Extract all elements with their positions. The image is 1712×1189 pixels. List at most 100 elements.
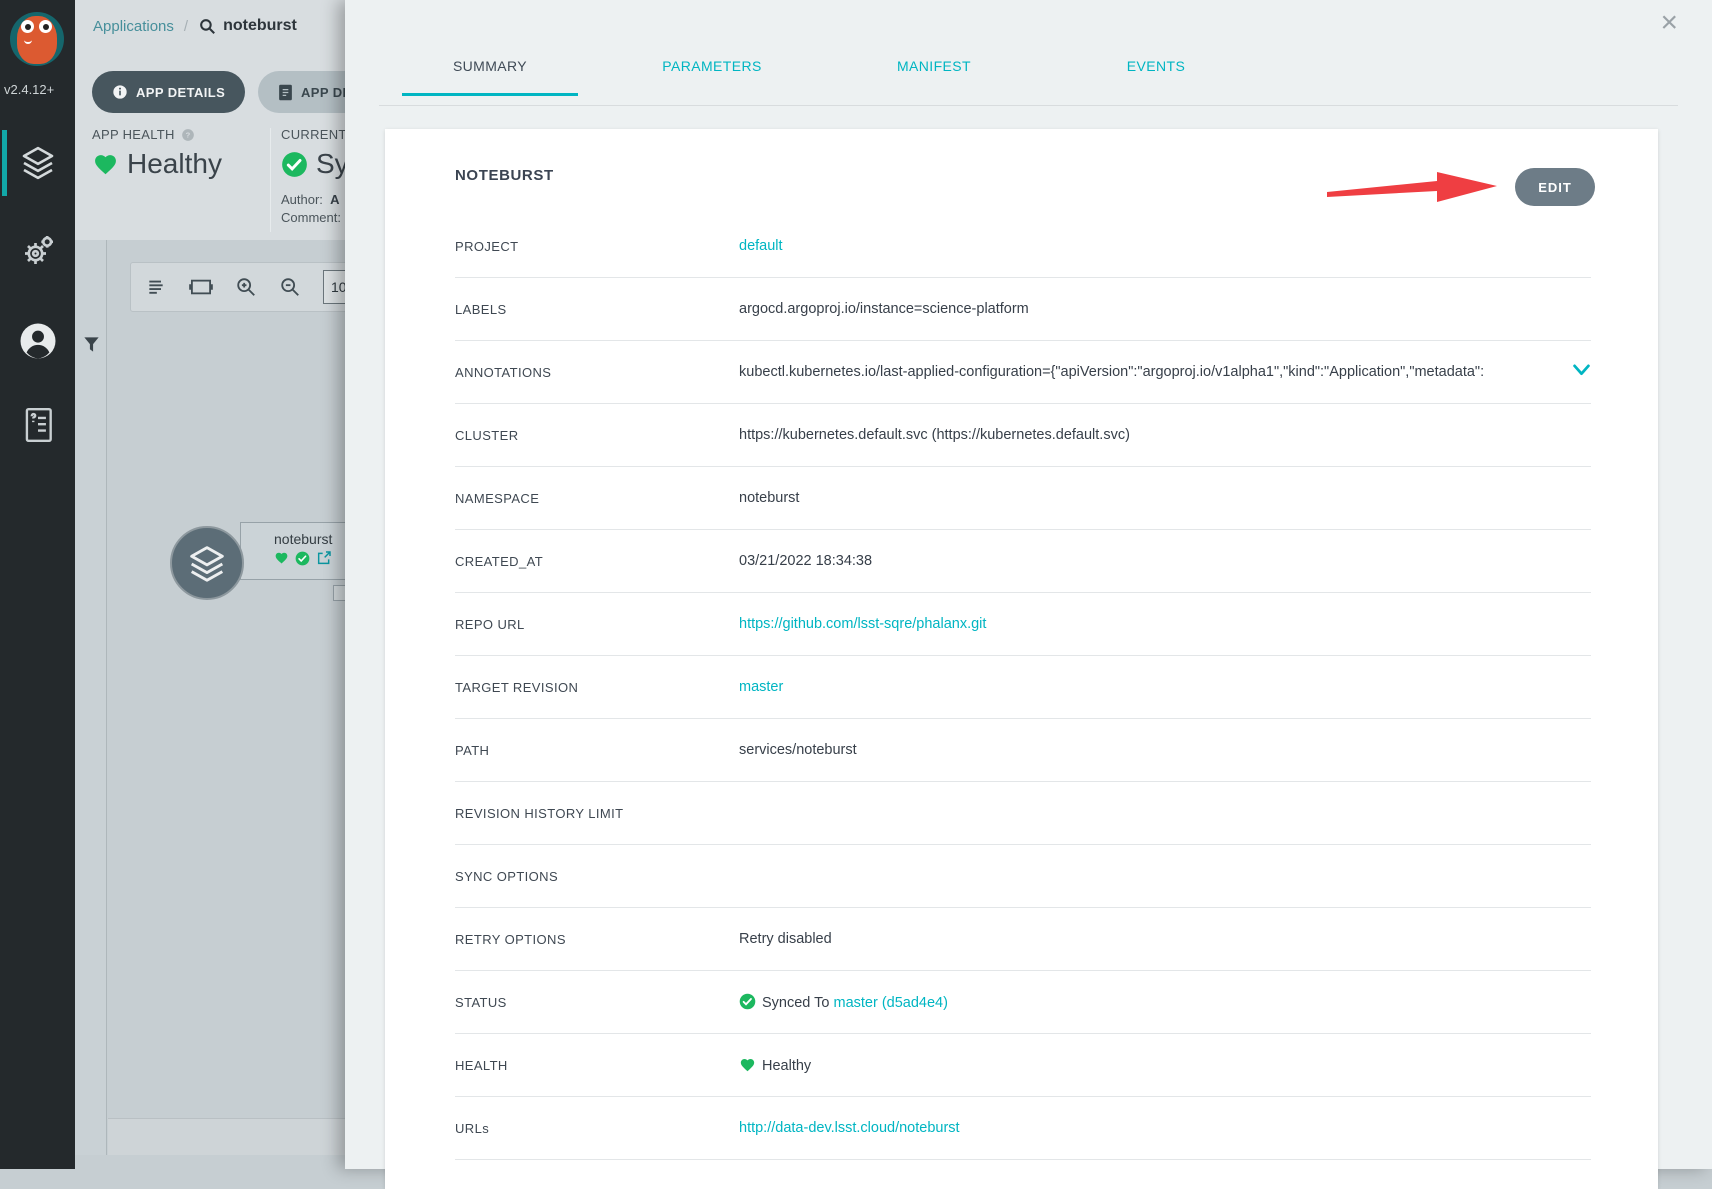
heart-icon [92,152,119,177]
summary-row-status: STATUS Synced To master (d5ad4e4) [455,971,1591,1034]
application-node-icon[interactable] [170,526,244,600]
gear-icon [18,231,58,271]
retry-options-value: Retry disabled [739,931,832,947]
close-icon[interactable]: × [1660,8,1678,38]
summary-row-cluster: CLUSTER https://kubernetes.default.svc (… [455,404,1591,467]
summary-row-created-at: CREATED_AT 03/21/2022 18:34:38 [455,530,1591,593]
filter-sidebar [75,240,107,1155]
diff-file-icon [278,84,293,101]
breadcrumb-applications-link[interactable]: Applications [93,18,174,35]
sidebar-item-applications[interactable] [0,124,75,202]
app-health-value: Healthy [127,148,222,180]
summary-row-health: HEALTH Healthy [455,1034,1591,1097]
breadcrumb: Applications / noteburst [93,14,297,38]
info-icon [112,84,128,100]
repo-url-link[interactable]: https://github.com/lsst-sqre/phalanx.git [739,616,986,632]
labels-value: argocd.argoproj.io/instance=science-plat… [739,301,1029,317]
target-revision-link[interactable]: master [739,679,783,695]
summary-row-repo-url: REPO URL https://github.com/lsst-sqre/ph… [455,593,1591,656]
check-circle-icon [281,151,308,178]
argo-logo [8,6,66,68]
heart-icon [739,1057,756,1073]
zoom-out-icon[interactable] [279,276,301,298]
row-label: NAMESPACE [455,491,739,506]
app-details-panel: × SUMMARY PARAMETERS MANIFEST EVENTS NOT… [345,0,1712,1169]
tab-summary[interactable]: SUMMARY [402,58,578,96]
app-health-summary: APP HEALTH ? Healthy [92,127,222,180]
row-label: REVISION HISTORY LIMIT [455,806,739,821]
search-icon [198,17,217,36]
row-label: SYNC OPTIONS [455,869,739,884]
sync-status-text: Synced To [762,995,833,1011]
row-label: PATH [455,743,739,758]
tab-manifest[interactable]: MANIFEST [846,58,1022,96]
layers-icon [17,142,59,184]
edit-button[interactable]: EDIT [1515,168,1595,206]
row-label: RETRY OPTIONS [455,932,739,947]
sidebar-item-settings[interactable] [0,212,75,290]
check-circle-icon [295,551,310,566]
fit-to-screen-icon[interactable] [189,277,213,297]
annotations-value: kubectl.kubernetes.io/last-applied-confi… [739,364,1484,380]
summary-row-sync-options: SYNC OPTIONS [455,845,1591,908]
project-link[interactable]: default [739,238,783,254]
sidebar: v2.4.12+ [0,0,75,1169]
summary-row-urls: URLs http://data-dev.lsst.cloud/noteburs… [455,1097,1591,1160]
search-input[interactable]: noteburst [198,17,297,36]
row-label: STATUS [455,995,739,1010]
layers-icon [184,540,230,586]
summary-row-target-revision: TARGET REVISION master [455,656,1591,719]
sidebar-item-docs[interactable] [0,386,75,464]
app-name-title: NOTEBURST [455,167,554,184]
summary-row-path: PATH services/noteburst [455,719,1591,782]
svg-text:?: ? [185,130,190,139]
namespace-value: noteburst [739,490,799,506]
health-status-text: Healthy [762,1058,811,1074]
version-label: v2.4.12+ [4,82,74,97]
summary-row-retry-options: RETRY OPTIONS Retry disabled [455,908,1591,971]
path-value: services/noteburst [739,742,857,758]
list-view-icon[interactable] [145,277,167,297]
external-link-icon[interactable] [316,550,332,566]
check-circle-icon [739,993,756,1010]
row-label: HEALTH [455,1058,739,1073]
app-details-button[interactable]: APP DETAILS [92,71,245,113]
filter-icon[interactable] [82,335,101,354]
annotation-arrow [1325,161,1503,213]
row-label: REPO URL [455,617,739,632]
breadcrumb-separator: / [184,18,188,35]
cluster-value: https://kubernetes.default.svc (https://… [739,427,1130,443]
row-label: TARGET REVISION [455,680,739,695]
summary-row-project: PROJECT default [455,215,1591,278]
author-label: Author: [281,192,323,207]
current-sync-label: CURRENT [281,127,347,142]
row-label: CLUSTER [455,428,739,443]
app-url-link[interactable]: http://data-dev.lsst.cloud/noteburst [739,1120,960,1136]
row-label: CREATED_AT [455,554,739,569]
app-health-label: APP HEALTH [92,127,175,142]
row-label: ANNOTATIONS [455,365,739,380]
docs-icon [19,404,57,446]
row-label: PROJECT [455,239,739,254]
chevron-down-icon[interactable] [1567,364,1591,378]
zoom-in-icon[interactable] [235,276,257,298]
summary-row-annotations: ANNOTATIONS kubectl.kubernetes.io/last-a… [455,341,1591,404]
summary-row-revision-history-limit: REVISION HISTORY LIMIT [455,782,1591,845]
created-at-value: 03/21/2022 18:34:38 [739,553,872,569]
row-label: URLs [455,1121,739,1136]
tab-parameters[interactable]: PARAMETERS [624,58,800,96]
row-label: LABELS [455,302,739,317]
question-icon: ? [181,128,195,142]
user-icon [17,320,59,362]
divider [270,128,271,232]
heart-icon [274,551,289,565]
summary-card: NOTEBURST EDIT PROJECT default LABELS ar… [385,129,1658,1189]
panel-tabs: SUMMARY PARAMETERS MANIFEST EVENTS [402,58,1290,96]
sidebar-item-user[interactable] [0,302,75,380]
summary-row-labels: LABELS argocd.argoproj.io/instance=scien… [455,278,1591,341]
divider [379,105,1678,106]
tab-events[interactable]: EVENTS [1068,58,1244,96]
author-value: A [330,192,339,207]
revision-link[interactable]: master (d5ad4e4) [833,995,947,1011]
summary-row-namespace: NAMESPACE noteburst [455,467,1591,530]
